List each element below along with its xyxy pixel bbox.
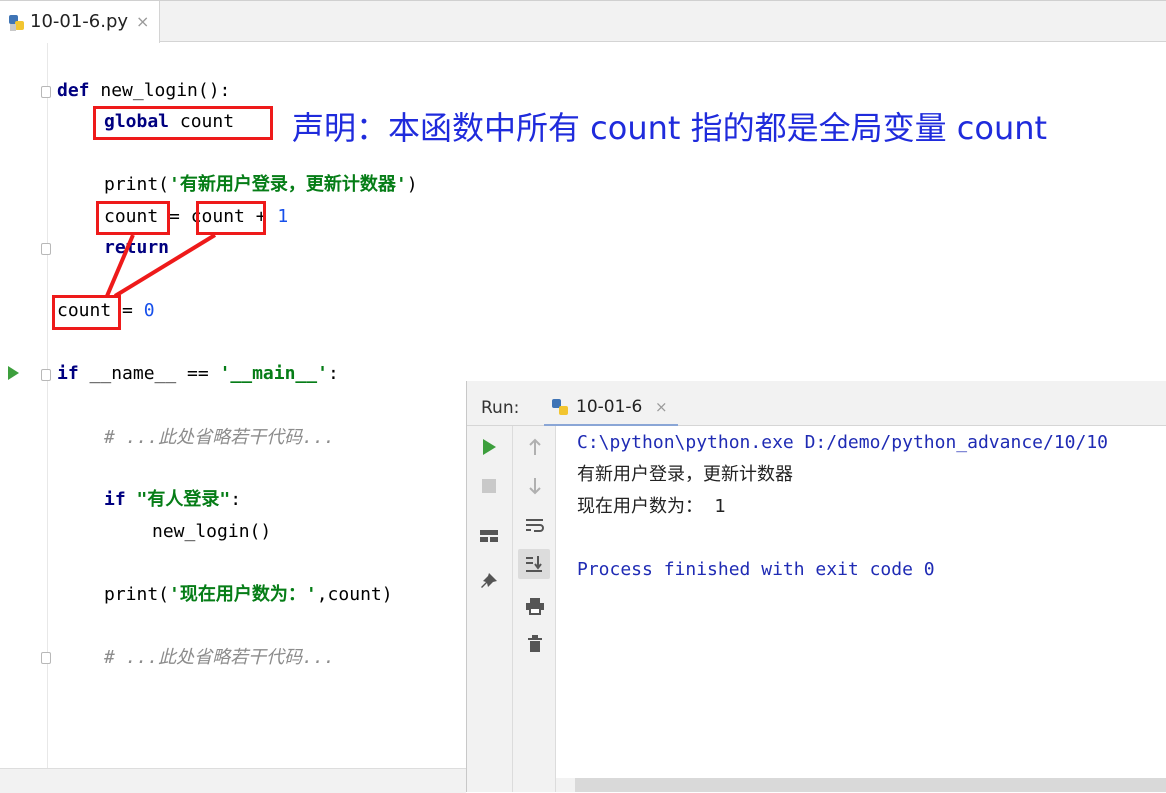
rerun-icon[interactable] [467,432,510,462]
python-run-icon [550,397,570,421]
soft-wrap-icon[interactable] [513,510,556,540]
console-line: Process finished with exit code 0 [577,559,935,580]
scroll-down-icon[interactable] [513,471,556,501]
run-toolbar-secondary [513,426,556,792]
trash-icon[interactable] [513,629,556,659]
editor-bottom-strip [0,768,466,793]
print-icon[interactable] [513,591,556,621]
close-run-tab-icon[interactable]: × [655,398,668,416]
stop-icon[interactable] [467,471,510,501]
layout-icon[interactable] [467,521,510,551]
console-line: 有新用户登录，更新计数器 [577,464,793,485]
annotation-text: 声明：本函数中所有 count 指的都是全局变量 count [292,109,1048,147]
run-toolbar-primary [467,426,513,792]
run-tab-label: 10-01-6 [576,397,643,417]
run-console[interactable]: C:\python\python.exe D:/demo/python_adva… [556,426,1166,778]
horizontal-scrollbar[interactable] [575,778,1166,792]
console-line: C:\python\python.exe D:/demo/python_adva… [577,432,1109,453]
scroll-to-end-icon[interactable] [518,549,550,579]
run-header: Run: 10-01-6 × [467,381,1166,426]
scroll-up-icon[interactable] [513,432,556,462]
console-line: 现在用户数为： 1 [577,496,726,517]
pin-icon[interactable] [467,566,510,596]
run-label: Run: [481,398,520,418]
run-tool-window: Run: 10-01-6 × C:\python\python.exe D:/d… [466,381,1166,792]
run-tab-10-01-6[interactable]: 10-01-6 × [544,389,678,426]
